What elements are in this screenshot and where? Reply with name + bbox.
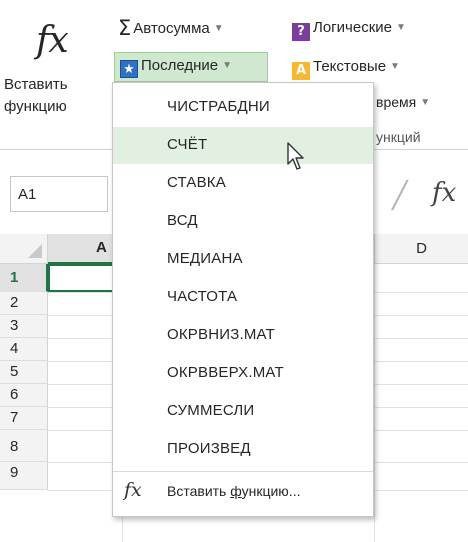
- datetime-button[interactable]: время ▼: [376, 94, 430, 110]
- chevron-down-icon: ▼: [222, 60, 233, 71]
- logical-label: Логические: [313, 19, 392, 36]
- row-header-1[interactable]: 1: [0, 264, 48, 292]
- menu-item-insert-function[interactable]: Вставить функцию...: [167, 483, 300, 499]
- row-header-5[interactable]: 5: [0, 361, 48, 384]
- row-header-9[interactable]: 9: [0, 462, 48, 490]
- logical-button[interactable]: ? Логические ▼: [292, 19, 406, 41]
- select-all-triangle-icon: [28, 244, 42, 258]
- enter-check-icon[interactable]: ╱: [392, 180, 408, 211]
- menu-item-function[interactable]: МЕДИАНА: [113, 241, 373, 278]
- insert-function-accelerator: ф: [230, 483, 242, 499]
- row-header-3[interactable]: 3: [0, 315, 48, 338]
- recent-button[interactable]: ★ Последние ▼: [114, 52, 268, 82]
- insert-function-text-rest: ункцию...: [241, 483, 301, 499]
- gridline: [374, 264, 375, 542]
- row-header-8[interactable]: 8: [0, 430, 48, 462]
- autosum-label: Автосумма: [133, 20, 210, 37]
- menu-item-function-hovered[interactable]: СЧЁТ: [113, 127, 373, 164]
- chevron-down-icon: ▼: [213, 23, 224, 34]
- row-header-7[interactable]: 7: [0, 407, 48, 430]
- insert-function-label-line2: функцию: [4, 98, 67, 115]
- insert-function-text-prefix: Вставить: [167, 483, 231, 499]
- menu-item-function[interactable]: СУММЕСЛИ: [113, 393, 373, 430]
- menu-separator: [113, 471, 373, 472]
- sigma-icon: Σ: [118, 16, 132, 40]
- recent-star-icon: ★: [120, 60, 138, 78]
- insert-function-label-line1: Вставить: [4, 76, 68, 93]
- row-header-4[interactable]: 4: [0, 338, 48, 361]
- chevron-down-icon: ▼: [390, 61, 400, 72]
- text-functions-button[interactable]: A Текстовые ▼: [292, 58, 400, 80]
- menu-item-function[interactable]: ОКРВВЕРХ.МАТ: [113, 355, 373, 392]
- chevron-down-icon: ▼: [395, 22, 406, 33]
- text-icon: A: [292, 62, 310, 80]
- menu-item-function[interactable]: ВСД: [113, 203, 373, 240]
- recent-label: Последние: [141, 57, 219, 74]
- insert-function-fx-icon[interactable]: fx: [36, 20, 69, 61]
- chevron-down-icon: ▼: [420, 97, 431, 108]
- formula-bar-fx-icon[interactable]: fx: [432, 178, 456, 208]
- autosum-button[interactable]: Σ Автосумма ▼: [118, 16, 224, 40]
- menu-item-function[interactable]: ОКРВНИЗ.МАТ: [113, 317, 373, 354]
- function-library-group-label: ункций: [376, 129, 421, 145]
- row-header-2[interactable]: 2: [0, 292, 48, 315]
- insert-function-fx-icon: fx: [124, 479, 142, 501]
- recent-functions-menu: ЧИСТРАБДНИ СЧЁТ СТАВКА ВСД МЕДИАНА ЧАСТО…: [112, 82, 374, 517]
- menu-item-function[interactable]: ПРОИЗВЕД: [113, 431, 373, 468]
- row-header-6[interactable]: 6: [0, 384, 48, 407]
- column-header-d[interactable]: D: [374, 234, 468, 264]
- name-box[interactable]: A1: [10, 176, 108, 212]
- insert-function-button[interactable]: Вставить функцию: [4, 74, 114, 118]
- logical-icon: ?: [292, 23, 310, 41]
- text-label: Текстовые: [313, 58, 387, 75]
- column-header-a[interactable]: A: [48, 234, 122, 264]
- mouse-cursor-icon: [287, 142, 304, 170]
- menu-item-function[interactable]: СТАВКА: [113, 165, 373, 202]
- datetime-label-partial: время: [376, 94, 417, 110]
- menu-item-function[interactable]: ЧАСТОТА: [113, 279, 373, 316]
- menu-item-function[interactable]: ЧИСТРАБДНИ: [113, 89, 373, 126]
